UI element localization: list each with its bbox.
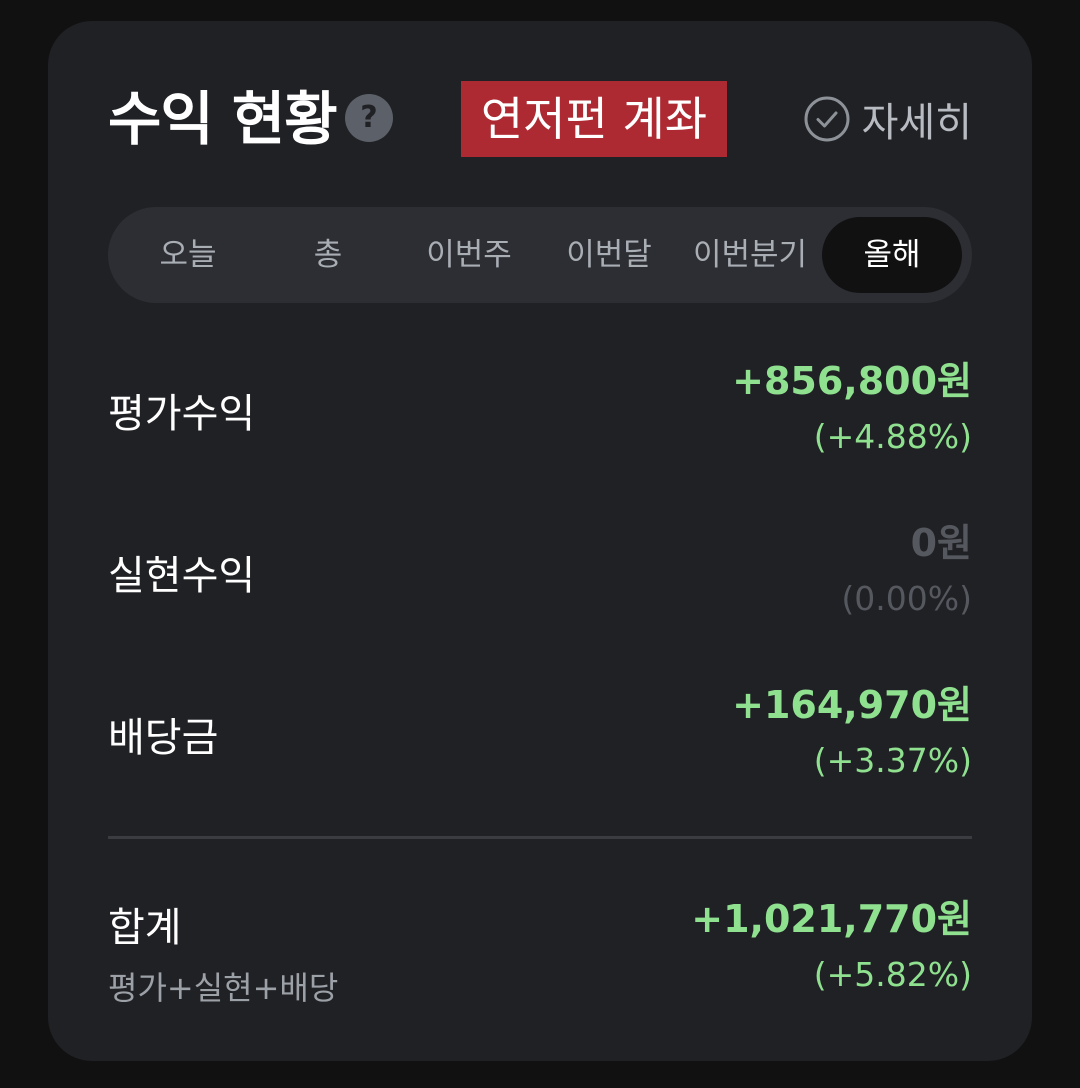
detail-label: 자세히 [861, 100, 972, 146]
valuation-profit-row: 평가수익 +856,800원 (+4.88%) [108, 353, 972, 473]
tab-this-week[interactable]: 이번주 [399, 217, 539, 293]
total-amount: +1,021,770원 [691, 897, 972, 941]
realized-profit-percent: (0.00%) [841, 579, 972, 618]
profit-status-card: 수익 현황 ? 연저펀 계좌 자세히 오늘 총 이번주 이번달 이번분기 올해 … [48, 21, 1032, 1061]
account-name-tag: 연저펀 계좌 [461, 81, 727, 157]
total-percent: (+5.82%) [813, 955, 972, 994]
tab-total[interactable]: 총 [258, 217, 398, 293]
dividend-amount: +164,970원 [732, 683, 972, 727]
tab-this-quarter[interactable]: 이번분기 [680, 217, 820, 293]
valuation-profit-label: 평가수익 [108, 391, 256, 437]
total-row: 합계 평가+실현+배당 +1,021,770원 (+5.82%) [108, 891, 972, 1011]
period-tabs: 오늘 총 이번주 이번달 이번분기 올해 [108, 207, 972, 303]
valuation-profit-percent: (+4.88%) [813, 417, 972, 456]
check-circle-icon [804, 96, 850, 142]
dividend-row: 배당금 +164,970원 (+3.37%) [108, 677, 972, 797]
card-header: 수익 현황 ? 연저펀 계좌 자세히 [108, 79, 972, 159]
tab-this-year[interactable]: 올해 [822, 217, 962, 293]
tab-today[interactable]: 오늘 [118, 217, 258, 293]
total-label: 합계 [108, 905, 182, 951]
realized-profit-label: 실현수익 [108, 553, 256, 599]
page-title: 수익 현황 [108, 85, 338, 153]
detail-button[interactable]: 자세히 [804, 85, 972, 153]
question-circle-icon[interactable]: ? [345, 94, 393, 142]
realized-profit-amount: 0원 [910, 521, 972, 565]
dividend-percent: (+3.37%) [813, 741, 972, 780]
dividend-label: 배당금 [108, 715, 219, 761]
tab-this-month[interactable]: 이번달 [539, 217, 679, 293]
divider [108, 836, 972, 839]
valuation-profit-amount: +856,800원 [732, 359, 972, 403]
total-sub-label: 평가+실현+배당 [108, 969, 339, 1007]
realized-profit-row: 실현수익 0원 (0.00%) [108, 515, 972, 635]
